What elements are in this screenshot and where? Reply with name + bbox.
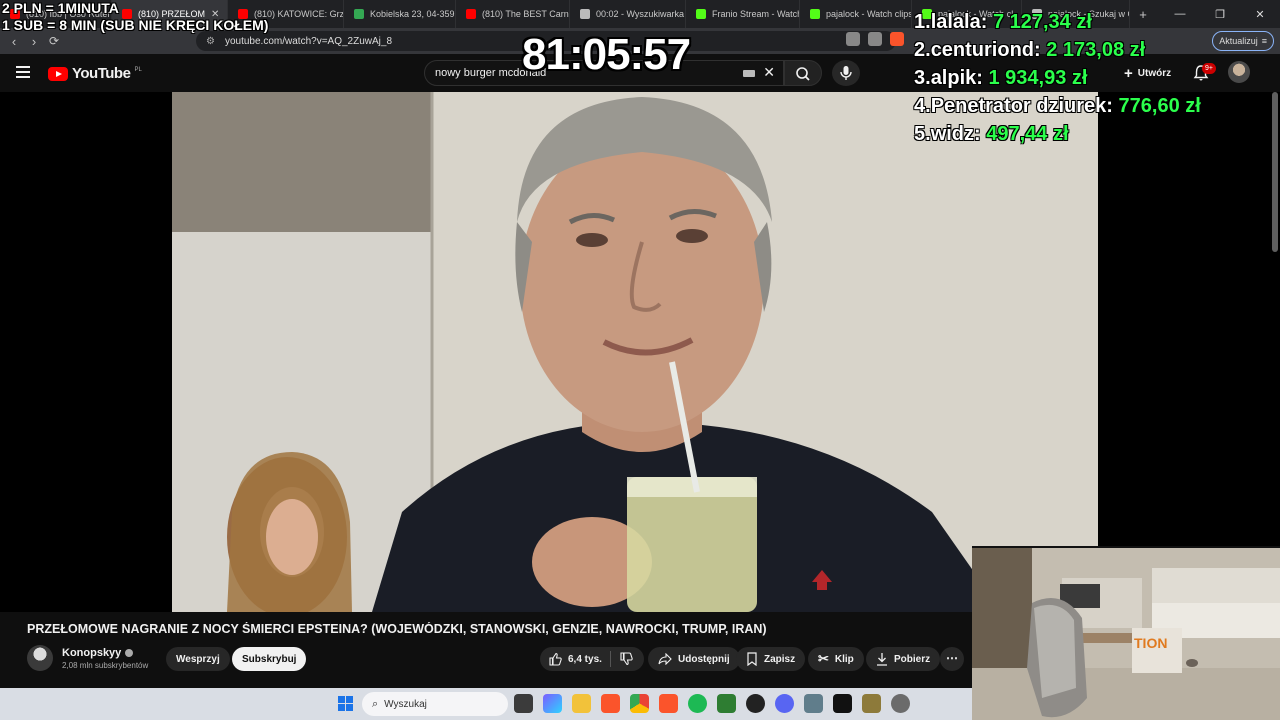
leaderboard-entry: 2.centuriond: 2 173,08 zł xyxy=(914,39,1146,61)
leaderboard-entry: 5.widz: 497,44 zł xyxy=(914,123,1069,145)
discord-icon[interactable] xyxy=(775,694,794,713)
settings-gear-icon[interactable] xyxy=(891,694,910,713)
like-dislike-group: 6,4 tys. xyxy=(540,647,644,671)
maximize-icon[interactable]: ❐ xyxy=(1200,8,1240,21)
reload-icon[interactable]: ⟳ xyxy=(44,34,64,48)
browser-tab[interactable]: (810) The BEST Carnita xyxy=(456,0,570,28)
keyboard-icon[interactable] xyxy=(743,70,755,77)
search-icon: ⌕ xyxy=(372,697,379,710)
account-avatar[interactable] xyxy=(1228,61,1250,83)
screen: { "browser": { "tabs": [ {"label": "(810… xyxy=(0,0,1280,720)
webcam-feed: TION xyxy=(972,546,1280,720)
kick-favicon-icon xyxy=(696,9,706,19)
cast-icon[interactable] xyxy=(846,32,860,46)
thumbs-down-icon xyxy=(620,652,633,666)
obs-icon[interactable] xyxy=(746,694,765,713)
copilot-icon[interactable] xyxy=(543,694,562,713)
download-icon xyxy=(877,653,887,666)
youtube-logo[interactable]: YouTube PL xyxy=(48,65,142,82)
page-scrollbar[interactable] xyxy=(1272,92,1278,252)
site-info-icon[interactable]: ⚙ xyxy=(206,36,215,47)
clip-button[interactable]: ✂ Klip xyxy=(808,647,864,671)
voice-search-button[interactable] xyxy=(832,60,860,86)
browser-tab[interactable]: Kobielska 23, 04-359 W xyxy=(344,0,456,28)
windows-start-icon[interactable] xyxy=(338,696,353,711)
taskbar-search-input[interactable]: ⌕ Wyszukaj xyxy=(362,692,508,716)
browser-tab[interactable]: pajalock - Watch clips xyxy=(800,0,912,28)
browser-tab[interactable]: Franio Stream - Watch xyxy=(686,0,800,28)
kick-favicon-icon xyxy=(810,9,820,19)
forward-icon[interactable]: › xyxy=(24,34,44,49)
more-actions-button[interactable]: ⋯ xyxy=(940,647,964,671)
subscriber-count: 2,08 mln subskrybentów xyxy=(62,661,149,670)
share-icon xyxy=(658,653,672,665)
thumbs-up-icon xyxy=(549,652,562,666)
leaderboard-entry: 4.Penetrator dziurek: 776,60 zł xyxy=(914,95,1201,117)
donation-rates-overlay: 2 PLN = 1MINUTA 1 SUB = 8 MIN (SUB NIE K… xyxy=(2,0,268,34)
notepad-icon[interactable] xyxy=(717,694,736,713)
support-button[interactable]: Wesprzyj xyxy=(166,647,230,671)
taskbar-app-icons xyxy=(514,694,910,713)
menu-icon: ≡ xyxy=(1261,36,1267,46)
video-still-image xyxy=(172,92,1098,612)
donor-leaderboard: 1.lalala: 7 127,34 zł 2.centuriond: 2 17… xyxy=(914,8,1201,148)
microphone-icon xyxy=(840,66,852,80)
leaderboard-entry: 1.lalala: 7 127,34 zł xyxy=(914,11,1092,33)
dislike-button[interactable] xyxy=(611,647,641,671)
brave-browser-icon[interactable] xyxy=(601,694,620,713)
file-explorer-icon[interactable] xyxy=(572,694,591,713)
svg-text:TION: TION xyxy=(1134,635,1167,651)
app-icon[interactable] xyxy=(833,694,852,713)
youtube-favicon-icon xyxy=(466,9,476,19)
url-text: youtube.com/watch?v=AQ_2ZuwAj_8 xyxy=(224,35,393,47)
google-favicon-icon xyxy=(580,9,590,19)
save-button[interactable]: Zapisz xyxy=(736,647,806,671)
channel-name[interactable]: Konopskyy xyxy=(62,647,134,659)
brave-browser-active-icon[interactable] xyxy=(659,694,678,713)
search-button[interactable] xyxy=(784,60,822,86)
task-view-icon[interactable] xyxy=(514,694,533,713)
browser-tab[interactable]: 00:02 - Wyszukiwarka xyxy=(570,0,686,28)
channel-avatar[interactable] xyxy=(27,645,53,671)
subathon-timer: 81:05:57 xyxy=(522,30,691,79)
brave-shield-icon[interactable] xyxy=(890,32,904,46)
chrome-icon[interactable] xyxy=(630,694,649,713)
search-icon xyxy=(796,67,810,81)
hamburger-menu-icon[interactable] xyxy=(16,66,30,78)
rate-line-sub: 1 SUB = 8 MIN (SUB NIE KRĘCI KOŁEM) xyxy=(2,17,269,33)
webcam-room-image: TION xyxy=(972,548,1280,720)
rate-line-pln: 2 PLN = 1MINUTA xyxy=(2,0,119,16)
notification-count-badge: 9+ xyxy=(1202,63,1216,74)
verified-badge-icon xyxy=(125,649,134,657)
close-window-icon[interactable]: ✕ xyxy=(1240,8,1280,21)
video-frame-image[interactable] xyxy=(172,92,1098,612)
like-button[interactable]: 6,4 tys. xyxy=(540,647,610,671)
share-icon[interactable] xyxy=(868,32,882,46)
back-icon[interactable]: ‹ xyxy=(4,34,24,49)
youtube-play-icon xyxy=(48,66,68,81)
subscribe-button[interactable]: Subskrybuj xyxy=(232,647,307,671)
maps-favicon-icon xyxy=(354,9,364,19)
league-of-legends-icon[interactable] xyxy=(862,694,881,713)
share-button[interactable]: Udostępnij xyxy=(648,647,740,671)
video-player[interactable] xyxy=(0,92,1280,612)
bookmark-save-icon xyxy=(747,652,757,666)
clear-search-icon[interactable]: ✕ xyxy=(763,64,775,81)
update-button[interactable]: Aktualizuj ≡ xyxy=(1212,31,1274,51)
calculator-icon[interactable] xyxy=(804,694,823,713)
scissors-icon: ✂ xyxy=(818,651,829,666)
spotify-icon[interactable] xyxy=(688,694,707,713)
leaderboard-entry: 3.alpik: 1 934,93 zł xyxy=(914,67,1088,89)
video-title: PRZEŁOMOWE NAGRANIE Z NOCY ŚMIERCI EPSTE… xyxy=(27,622,767,636)
extension-icons xyxy=(846,32,904,46)
download-button[interactable]: Pobierz xyxy=(866,647,941,671)
